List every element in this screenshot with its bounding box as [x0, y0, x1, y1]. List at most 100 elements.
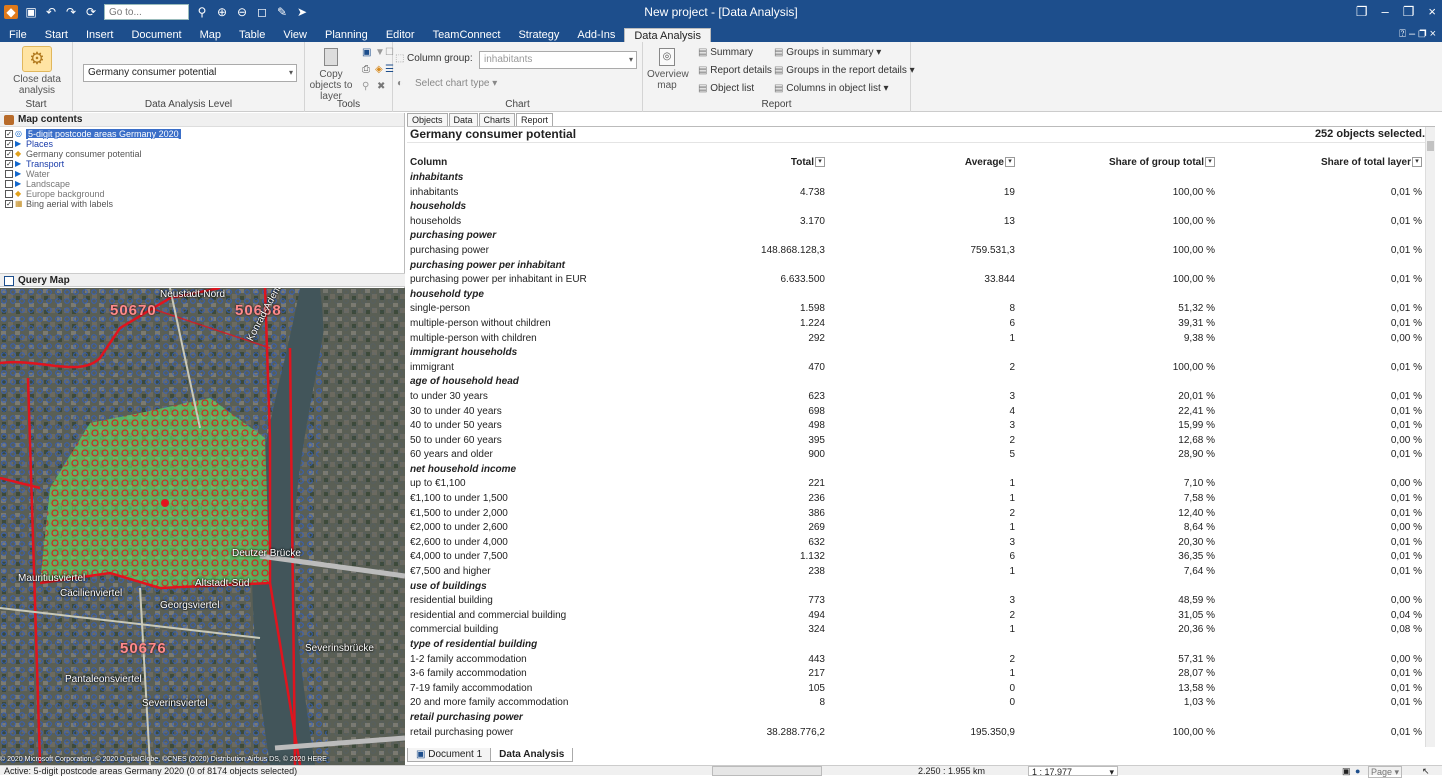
vertical-scrollbar[interactable]: [1425, 127, 1435, 747]
layer-label[interactable]: Landscape: [26, 179, 70, 189]
expand-icon[interactable]: ▶: [15, 140, 23, 148]
document-tab[interactable]: Data Analysis: [490, 748, 574, 762]
chart-type-icon: ◐: [397, 78, 404, 89]
menu-tab-editor[interactable]: Editor: [377, 28, 424, 42]
aerial-map-canvas: [0, 288, 405, 765]
menu-tab-table[interactable]: Table: [230, 28, 274, 42]
groups-in-summary-button[interactable]: ▤ Groups in summary ▾: [774, 47, 881, 58]
cell-share-group: 13,58 %: [1178, 682, 1215, 694]
filter-icon[interactable]: ▼: [375, 47, 385, 58]
chart-type-button[interactable]: Select chart type ▾: [415, 78, 497, 89]
restore-icon[interactable]: ❐: [1356, 4, 1368, 20]
layers-icon[interactable]: ◈: [375, 64, 383, 75]
column-header-average[interactable]: Average ▾: [965, 157, 1015, 168]
layer-row[interactable]: ◆ Europe background: [0, 189, 404, 199]
layer-row[interactable]: ✓ ◆ Germany consumer potential: [0, 149, 404, 159]
summary-button[interactable]: ▤ Summary: [698, 47, 753, 58]
column-header-share-layer[interactable]: Share of total layer ▾: [1321, 157, 1422, 168]
page-select[interactable]: Page ▾: [1368, 766, 1403, 778]
layer-label[interactable]: Germany consumer potential: [26, 149, 142, 159]
menu-tab-insert[interactable]: Insert: [77, 28, 123, 42]
menu-tab-document[interactable]: Document: [122, 28, 190, 42]
layer-label[interactable]: Places: [26, 139, 53, 149]
menu-tab-strategy[interactable]: Strategy: [509, 28, 568, 42]
report-details-button[interactable]: ▤ Report details: [698, 65, 772, 76]
layer-label[interactable]: 5-digit postcode areas Germany 2020: [26, 129, 181, 139]
print-icon[interactable]: ⎙: [362, 64, 370, 75]
map-label-georgsviertel: Georgsviertel: [160, 600, 220, 611]
column-group-select[interactable]: inhabitants ▾: [479, 51, 637, 69]
layer-row[interactable]: ▶ Landscape: [0, 179, 404, 189]
layer-row[interactable]: ✓ ▶ Places: [0, 139, 404, 149]
close-data-analysis-button[interactable]: ⚙ Close data analysis: [6, 46, 68, 96]
table-row: households 3.170 13 100,00 % 0,01 %: [407, 215, 1425, 230]
scrollbar-thumb[interactable]: [1427, 141, 1434, 151]
layer-checkbox[interactable]: ✓: [5, 160, 13, 168]
mdi-window-controls[interactable]: ⍰ – ❐ ×: [1399, 28, 1436, 41]
document-tab[interactable]: ▣ Document 1: [407, 748, 492, 762]
subtab-data[interactable]: Data: [448, 113, 478, 126]
menu-tab-view[interactable]: View: [274, 28, 316, 42]
layer-label[interactable]: Bing aerial with labels: [26, 199, 113, 209]
cell-total: 623: [808, 390, 825, 402]
subtab-objects[interactable]: Objects: [407, 113, 448, 126]
cell-share-layer: 0,01 %: [1390, 390, 1422, 402]
subtab-report[interactable]: Report: [516, 113, 554, 126]
layer-checkbox[interactable]: [5, 170, 13, 178]
layer-checkbox[interactable]: [5, 190, 13, 198]
layer-row[interactable]: ✓ ▦ Bing aerial with labels: [0, 199, 404, 209]
table-row: €7,500 and higher 238 1 7,64 % 0,01 %: [407, 565, 1425, 580]
title-bar: ◆ ▣ ↶ ↷ ⟳ Go to... ⚲ ⊕ ⊖ ◻ ✎ ➤ New proje…: [0, 0, 1442, 28]
menu-tab-planning[interactable]: Planning: [316, 28, 377, 42]
maximize-button[interactable]: ❐: [1403, 4, 1415, 20]
cell-average: 13: [1003, 215, 1015, 227]
chevron-down-icon[interactable]: ▾: [1005, 157, 1015, 168]
expand-icon[interactable]: ▶: [15, 160, 23, 168]
expand-icon[interactable]: ▶: [15, 170, 23, 178]
cell-total: 1.132: [799, 551, 825, 563]
chevron-down-icon[interactable]: ▾: [1205, 157, 1215, 168]
minimize-button[interactable]: –: [1382, 4, 1389, 20]
cell-average: 2: [1009, 507, 1015, 519]
table-row: 3-6 family accommodation 217 1 28,07 % 0,01 …: [407, 667, 1425, 682]
layer-checkbox[interactable]: ✓: [5, 130, 13, 138]
layer-checkbox[interactable]: [5, 180, 13, 188]
cell-total: 1.598: [799, 303, 825, 315]
layer-checkbox[interactable]: ✓: [5, 200, 13, 208]
menu-tab-map[interactable]: Map: [191, 28, 230, 42]
group-title: immigrant households: [410, 347, 518, 359]
menu-tab-data-analysis[interactable]: Data Analysis: [624, 28, 711, 42]
layer-row[interactable]: ✓ ◎ 5-digit postcode areas Germany 2020: [0, 129, 404, 139]
query-map[interactable]: Neustadt-Nord 50670 50668 50676 Deutzer …: [0, 288, 405, 765]
column-header-share-group[interactable]: Share of group total ▾: [1109, 157, 1215, 168]
close-button[interactable]: ×: [1428, 4, 1436, 20]
copy-objects-button[interactable]: Copy objects to layer: [308, 48, 354, 102]
layer-row[interactable]: ✓ ▶ Transport: [0, 159, 404, 169]
layer-label[interactable]: Water: [26, 169, 50, 179]
overview-map-button[interactable]: ◎ Overview map: [647, 48, 689, 91]
layer-label[interactable]: Europe background: [26, 189, 105, 199]
menu-tab-add-ins[interactable]: Add-Ins: [568, 28, 624, 42]
menu-tab-teamconnect[interactable]: TeamConnect: [424, 28, 510, 42]
save-icon[interactable]: ▣: [362, 47, 371, 58]
object-list-button[interactable]: ▤ Object list: [698, 83, 754, 94]
ribbon-group-chart: ⬚ Column group: inhabitants ▾ ◐ Select ch…: [393, 42, 643, 112]
cell-share-group: 7,64 %: [1183, 566, 1215, 578]
pin-icon[interactable]: ⚲: [362, 81, 369, 92]
layer-checkbox[interactable]: ✓: [5, 140, 13, 148]
delete-icon[interactable]: ✖: [377, 81, 385, 92]
layer-checkbox[interactable]: ✓: [5, 150, 13, 158]
chevron-down-icon[interactable]: ▾: [1412, 157, 1422, 168]
expand-icon[interactable]: ▶: [15, 180, 23, 188]
layer-row[interactable]: ▶ Water: [0, 169, 404, 179]
subtab-charts[interactable]: Charts: [478, 113, 516, 126]
columns-in-object-list-button[interactable]: ▤ Columns in object list ▾: [774, 83, 889, 94]
menu-tab-file[interactable]: File: [0, 28, 36, 42]
menu-tab-start[interactable]: Start: [36, 28, 77, 42]
map-label-pantaleonsviertel: Pantaleonsviertel: [65, 674, 142, 685]
column-header-total[interactable]: Total ▾: [791, 157, 825, 168]
analysis-level-select[interactable]: Germany consumer potential ▾: [83, 64, 297, 82]
chevron-down-icon[interactable]: ▾: [815, 157, 825, 168]
groups-in-report-details-button[interactable]: ▤ Groups in the report details ▾: [774, 65, 915, 76]
layer-label[interactable]: Transport: [26, 159, 64, 169]
